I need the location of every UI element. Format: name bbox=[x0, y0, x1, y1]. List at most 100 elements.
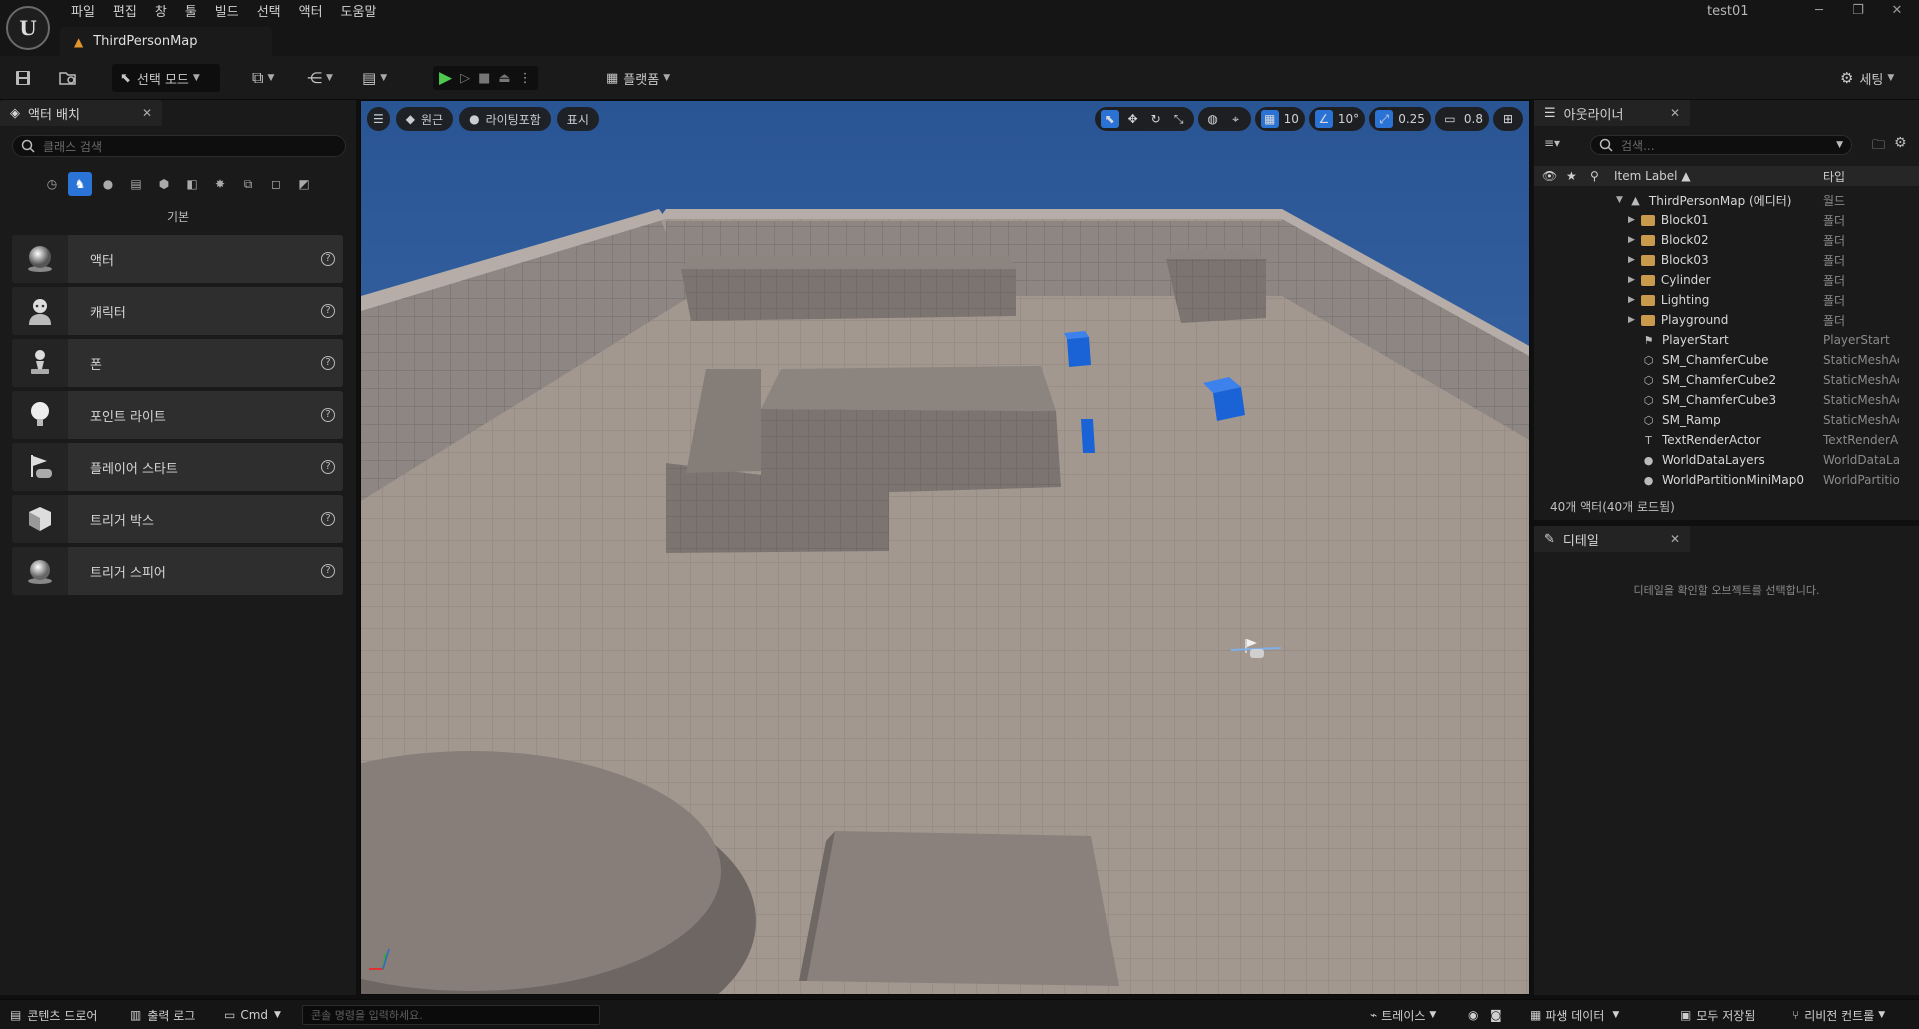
document-tab-thirdpersonmap[interactable]: ▲ ThirdPersonMap bbox=[60, 27, 272, 56]
cmd-dropdown[interactable]: ▭ Cmd ▼ bbox=[224, 1005, 281, 1025]
place-actors-tab[interactable]: ◈ 액터 배치 ✕ bbox=[0, 100, 162, 126]
mode-select-dropdown[interactable]: ⬉ 선택 모드 ▼ bbox=[112, 64, 220, 92]
perspective-button[interactable]: ◆ 원근 bbox=[395, 107, 454, 131]
outliner-row-actor[interactable]: ⬡ SM_ChamferCube StaticMeshAc bbox=[1534, 350, 1919, 370]
item-label-column-header[interactable]: Item Label ▲ bbox=[1614, 169, 1691, 183]
save-all-button[interactable]: ▣ 모두 저장됨 bbox=[1680, 1005, 1755, 1025]
unreal-logo[interactable]: U bbox=[6, 6, 50, 50]
settings-button[interactable]: ⚙ 세팅 ▼ bbox=[1840, 64, 1894, 92]
outliner-row-actor[interactable]: ⬡ SM_ChamferCube2 StaticMeshAc bbox=[1534, 370, 1919, 390]
help-icon[interactable]: ? bbox=[321, 252, 335, 266]
outliner-row-actor[interactable]: ⚑ PlayerStart PlayerStart bbox=[1534, 330, 1919, 350]
outliner-row-folder[interactable]: ▶ Cylinder 폴더 bbox=[1534, 270, 1919, 290]
help-icon[interactable]: ? bbox=[321, 408, 335, 422]
menu-edit[interactable]: 편집 bbox=[104, 2, 146, 24]
details-tab[interactable]: ✎ 디테일 ✕ bbox=[1534, 526, 1690, 552]
basic-category-icon[interactable]: ♞ bbox=[68, 172, 92, 196]
close-icon[interactable]: ✕ bbox=[1670, 106, 1680, 120]
close-icon[interactable]: ✕ bbox=[142, 106, 152, 120]
chevron-down-icon[interactable]: ▼ bbox=[1836, 140, 1843, 150]
outliner-row-actor[interactable]: ● WorldDataLayers WorldDataLa bbox=[1534, 450, 1919, 470]
outliner-row-actor[interactable]: T TextRenderActor TextRenderA bbox=[1534, 430, 1919, 450]
add-actor-button[interactable]: ⧉ ▼ bbox=[252, 64, 274, 92]
close-icon[interactable]: ✕ bbox=[1670, 532, 1680, 546]
outliner-settings-button[interactable]: ⚙ bbox=[1894, 135, 1907, 151]
outliner-row-folder[interactable]: ▶ Block01 폴더 bbox=[1534, 210, 1919, 230]
visual-effects-category-icon[interactable]: ⬢ bbox=[152, 172, 176, 196]
console-command-input[interactable]: 콘솔 명령을 입력하세요. bbox=[302, 1005, 600, 1025]
outliner-row-actor[interactable]: ⬡ SM_Ramp StaticMeshAc bbox=[1534, 410, 1919, 430]
surface-snap-icon[interactable]: ⌖ bbox=[1227, 110, 1245, 128]
actor-item-trigger-sphere[interactable]: 트리거 스피어 ? bbox=[12, 547, 343, 595]
expand-icon[interactable]: ▶ bbox=[1628, 295, 1635, 305]
recent-icon[interactable]: ◷ bbox=[40, 172, 64, 196]
add-folder-button[interactable]: 🗀 bbox=[1872, 136, 1885, 158]
close-window-button[interactable]: ✕ bbox=[1877, 0, 1917, 22]
expand-icon[interactable]: ▶ bbox=[1628, 275, 1635, 285]
maximize-button[interactable]: ❐ bbox=[1838, 0, 1878, 22]
visibility-column-icon[interactable]: 👁 bbox=[1542, 169, 1557, 183]
trace-button[interactable]: ⌁ 트레이스 ▼ bbox=[1370, 1005, 1436, 1025]
shapes-category-icon[interactable]: ◻ bbox=[264, 172, 288, 196]
expand-icon[interactable]: ▶ bbox=[1628, 315, 1635, 325]
actor-item-point-light[interactable]: 포인트 라이트 ? bbox=[12, 391, 343, 439]
all-classes-category-icon[interactable]: ⧉ bbox=[236, 172, 260, 196]
pin-column-icon[interactable]: ⚲ bbox=[1590, 169, 1599, 183]
translate-tool-icon[interactable]: ✥ bbox=[1124, 110, 1142, 128]
menu-actor[interactable]: 액터 bbox=[290, 2, 332, 24]
play-icon[interactable]: ▶ bbox=[439, 68, 452, 88]
more-options-icon[interactable]: ⋮ bbox=[519, 71, 532, 86]
expand-icon[interactable]: ▶ bbox=[1628, 255, 1635, 265]
outliner-tab[interactable]: ☰ 아웃라이너 ✕ bbox=[1534, 100, 1690, 126]
outliner-row-folder[interactable]: ▶ Lighting 폴더 bbox=[1534, 290, 1919, 310]
favorite-column-icon[interactable]: ★ bbox=[1566, 169, 1577, 183]
grid-snap-toggle[interactable]: ▦ 10 bbox=[1254, 107, 1305, 131]
browse-button[interactable] bbox=[58, 64, 78, 92]
viewport-scene[interactable] bbox=[361, 101, 1530, 995]
screenshot-button[interactable]: ◙ bbox=[1490, 1005, 1502, 1025]
blueprint-button[interactable]: ⋲ ▼ bbox=[307, 64, 333, 92]
help-icon[interactable]: ? bbox=[321, 304, 335, 318]
actor-item-character[interactable]: 캐릭터 ? bbox=[12, 287, 343, 335]
scale-snap-toggle[interactable]: ⤢ 0.25 bbox=[1369, 107, 1431, 131]
help-icon[interactable]: ? bbox=[321, 564, 335, 578]
cinematics-button[interactable]: ▤ ▼ bbox=[362, 64, 387, 92]
help-icon[interactable]: ? bbox=[321, 460, 335, 474]
outliner-row-world[interactable]: ▼ ▲ ThirdPersonMap (에디터) 월드 bbox=[1534, 190, 1919, 210]
help-icon[interactable]: ? bbox=[321, 356, 335, 370]
viewport-menu-button[interactable]: ☰ bbox=[367, 107, 390, 131]
viewport-layout-button[interactable]: ⊞ bbox=[1493, 107, 1523, 131]
class-search-input[interactable]: 클래스 검색 bbox=[12, 135, 346, 157]
revision-control-button[interactable]: ⑂ 리비전 컨트롤 ▼ bbox=[1792, 1005, 1885, 1025]
scale-tool-icon[interactable]: ⤡ bbox=[1170, 110, 1188, 128]
camera-speed-button[interactable]: ▭ 0.8 bbox=[1434, 107, 1489, 131]
select-tool-icon[interactable]: ⬉ bbox=[1100, 110, 1119, 128]
minimize-button[interactable]: ─ bbox=[1799, 0, 1839, 22]
output-log-button[interactable]: ▥ 출력 로그 bbox=[130, 1005, 195, 1025]
lights-category-icon[interactable]: ● bbox=[96, 172, 120, 196]
outliner-row-actor[interactable]: ⬡ SM_ChamferCube3 StaticMeshAc bbox=[1534, 390, 1919, 410]
world-coordinate-icon[interactable]: ◍ bbox=[1204, 110, 1222, 128]
outliner-search-input[interactable]: 검색... ▼ bbox=[1590, 135, 1852, 155]
outliner-row-actor[interactable]: ● WorldPartitionMiniMap0 WorldPartitio bbox=[1534, 470, 1919, 490]
volumes-category-icon[interactable]: ✸ bbox=[208, 172, 232, 196]
step-icon[interactable]: ▷ bbox=[460, 71, 470, 86]
type-column-header[interactable]: 타입 bbox=[1823, 168, 1845, 185]
menu-help[interactable]: 도움말 bbox=[332, 2, 386, 24]
eject-icon[interactable]: ⏏ bbox=[498, 71, 510, 86]
menu-tools[interactable]: 툴 bbox=[176, 2, 206, 24]
show-flags-button[interactable]: 표시 bbox=[556, 107, 599, 131]
menu-select[interactable]: 선택 bbox=[248, 2, 290, 24]
lighting-mode-button[interactable]: ● 라이팅포함 bbox=[459, 107, 551, 131]
rotation-snap-toggle[interactable]: ∠ 10° bbox=[1308, 107, 1366, 131]
help-icon[interactable]: ? bbox=[321, 512, 335, 526]
outliner-row-folder[interactable]: ▶ Block02 폴더 bbox=[1534, 230, 1919, 250]
content-drawer-button[interactable]: ▤ 콘텐츠 드로어 bbox=[10, 1005, 97, 1025]
actor-item-pawn[interactable]: 폰 ? bbox=[12, 339, 343, 387]
expand-icon[interactable]: ▼ bbox=[1616, 195, 1623, 205]
menu-build[interactable]: 빌드 bbox=[206, 2, 248, 24]
menu-file[interactable]: 파일 bbox=[62, 2, 104, 24]
filter-button[interactable]: ≡▾ bbox=[1544, 136, 1560, 150]
actor-item-actor[interactable]: 액터 ? bbox=[12, 235, 343, 283]
expand-icon[interactable]: ▶ bbox=[1628, 215, 1635, 225]
